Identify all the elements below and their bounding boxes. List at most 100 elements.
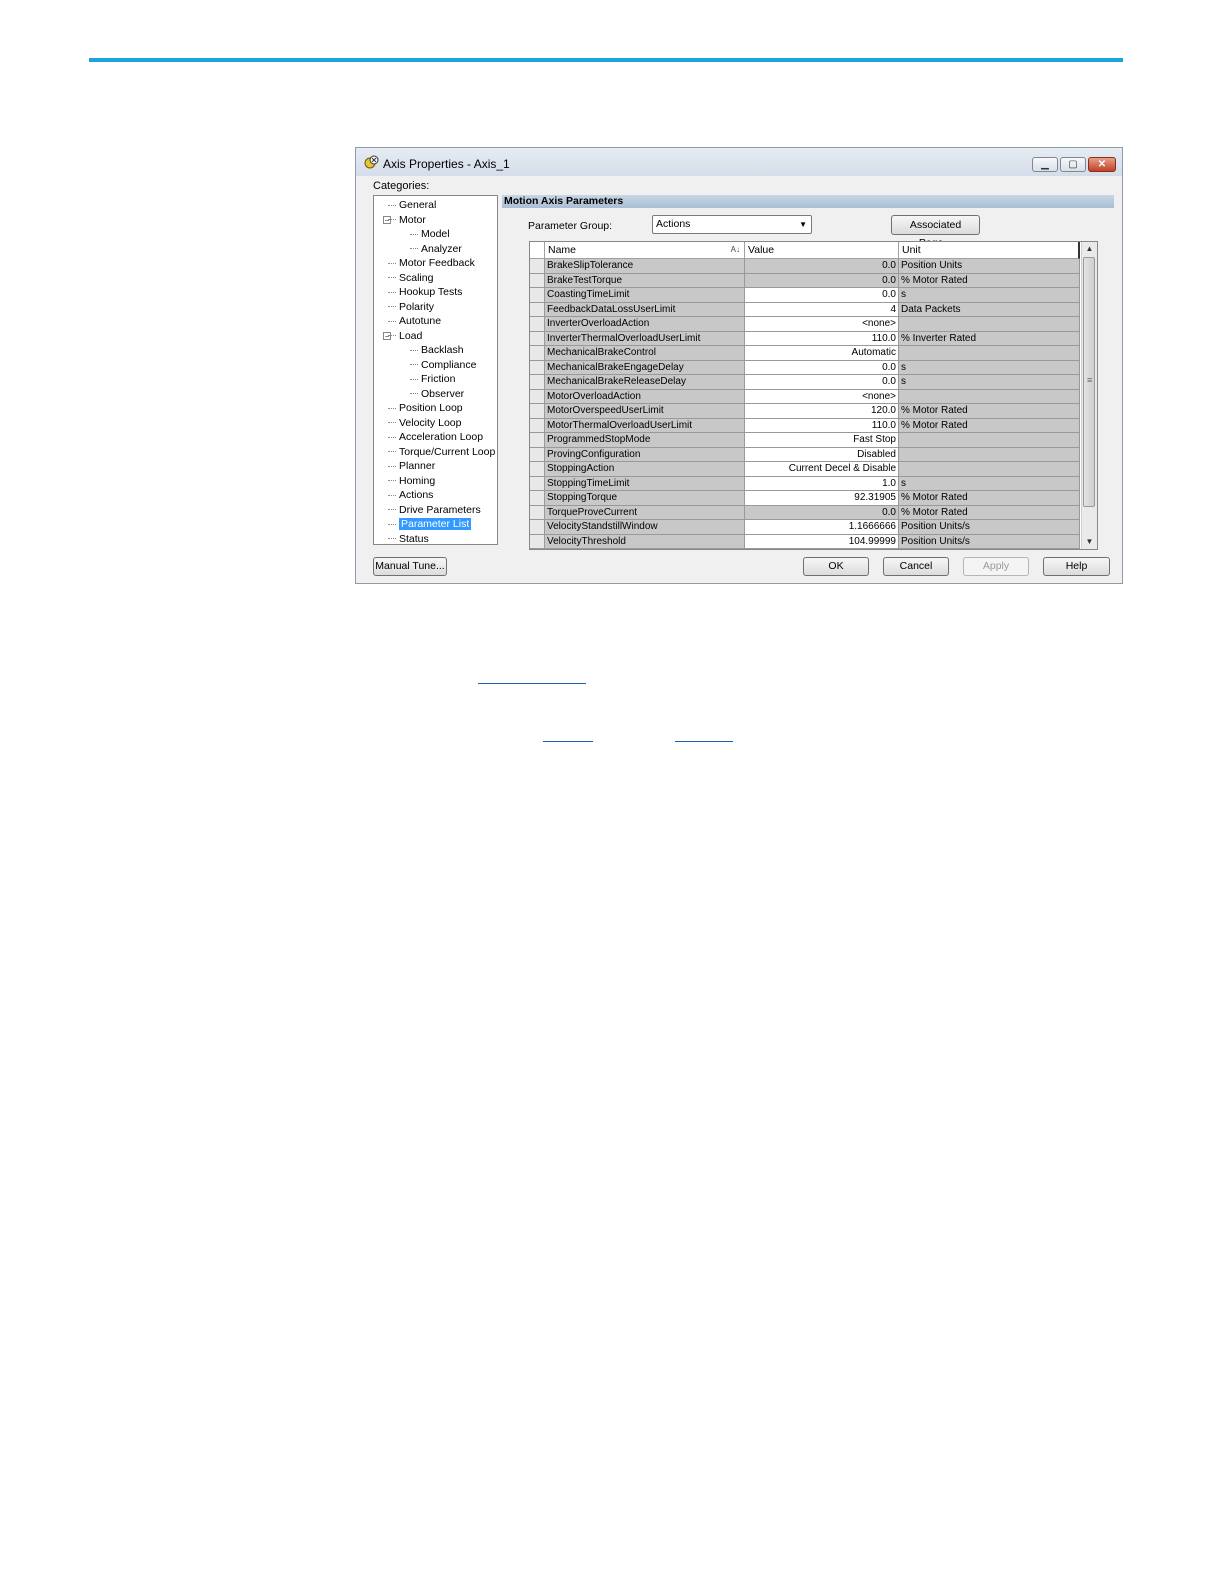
ok-button[interactable]: OK xyxy=(803,557,869,576)
row-selector[interactable] xyxy=(530,288,545,303)
tree-item[interactable]: Position Loop xyxy=(388,402,463,415)
parameter-value-cell[interactable]: Fast Stop xyxy=(745,433,899,448)
parameter-value-cell[interactable]: 4 xyxy=(745,302,899,317)
row-selector[interactable] xyxy=(530,418,545,433)
apply-button[interactable]: Apply xyxy=(963,557,1029,576)
unit-column-header[interactable]: Unit xyxy=(899,242,1080,259)
parameter-value-cell[interactable]: 110.0 xyxy=(745,418,899,433)
row-selector[interactable] xyxy=(530,404,545,419)
tree-item[interactable]: Drive Parameters xyxy=(388,504,481,517)
row-selector[interactable] xyxy=(530,389,545,404)
cross-reference-link-1[interactable] xyxy=(478,683,586,684)
parameter-value-cell[interactable]: 1.1666666 xyxy=(745,520,899,535)
parameter-value-cell[interactable]: Disabled xyxy=(745,447,899,462)
tree-item[interactable]: Actions xyxy=(388,489,433,502)
parameter-value-cell[interactable]: 104.99999 xyxy=(745,534,899,549)
tree-item[interactable]: Homing xyxy=(388,475,435,488)
cross-reference-link-3[interactable] xyxy=(675,741,733,742)
table-row[interactable]: VelocityThreshold 104.99999 Position Units… xyxy=(530,534,1080,549)
row-selector[interactable] xyxy=(530,462,545,477)
table-row[interactable]: BrakeSlipTolerance 0.0 Position Units xyxy=(530,259,1080,274)
tree-item[interactable]: Status xyxy=(388,533,429,546)
cancel-button[interactable]: Cancel xyxy=(883,557,949,576)
parameter-value-cell[interactable]: 110.0 xyxy=(745,331,899,346)
row-selector[interactable] xyxy=(530,375,545,390)
table-row[interactable]: MotorOverloadAction <none> xyxy=(530,389,1080,404)
tree-item[interactable]: Model xyxy=(410,228,450,241)
tree-item[interactable]: Observer xyxy=(410,388,464,401)
parameter-value-cell[interactable]: 120.0 xyxy=(745,404,899,419)
tree-item[interactable]: Scaling xyxy=(388,272,433,285)
value-column-header[interactable]: Value xyxy=(745,242,899,259)
row-selector[interactable] xyxy=(530,273,545,288)
tree-item[interactable]: Load xyxy=(388,330,422,343)
tree-item[interactable]: Planner xyxy=(388,460,435,473)
row-selector[interactable] xyxy=(530,346,545,361)
parameter-value-cell[interactable]: <none> xyxy=(745,389,899,404)
parameter-value-cell[interactable]: 1.0 xyxy=(745,476,899,491)
table-row[interactable]: InverterThermalOverloadUserLimit 110.0% I… xyxy=(530,331,1080,346)
scroll-up-icon[interactable]: ▲ xyxy=(1082,242,1097,256)
table-row[interactable]: StoppingTorque 92.31905% Motor Rated xyxy=(530,491,1080,506)
scroll-down-icon[interactable]: ▼ xyxy=(1082,535,1097,549)
maximize-button[interactable]: ▢ xyxy=(1060,157,1086,172)
row-selector[interactable] xyxy=(530,520,545,535)
row-selector[interactable] xyxy=(530,505,545,520)
table-row[interactable]: TorqueProveCurrent 0.0% Motor Rated xyxy=(530,505,1080,520)
table-row[interactable]: ProvingConfiguration Disabled xyxy=(530,447,1080,462)
tree-item[interactable]: Motor Feedback xyxy=(388,257,475,270)
parameter-value-cell[interactable]: 0.0 xyxy=(745,360,899,375)
table-row[interactable]: ProgrammedStopMode Fast Stop xyxy=(530,433,1080,448)
table-row[interactable]: MechanicalBrakeReleaseDelay 0.0 s xyxy=(530,375,1080,390)
cross-reference-link-2[interactable] xyxy=(543,741,593,742)
parameter-value-cell[interactable]: 0.0 xyxy=(745,288,899,303)
grid-vertical-scrollbar[interactable]: ▲ ≡ ▼ xyxy=(1081,242,1097,549)
table-row[interactable]: MotorThermalOverloadUserLimit 110.0% Moto… xyxy=(530,418,1080,433)
table-row[interactable]: MechanicalBrakeControl Automatic xyxy=(530,346,1080,361)
tree-item[interactable]: Autotune xyxy=(388,315,441,328)
table-row[interactable]: MechanicalBrakeEngageDelay 0.0 s xyxy=(530,360,1080,375)
parameter-value-cell[interactable]: 0.0 xyxy=(745,375,899,390)
tree-item[interactable]: Motor xyxy=(388,214,426,227)
parameter-group-select[interactable]: Actions ▼ xyxy=(652,215,812,234)
row-selector[interactable] xyxy=(530,259,545,274)
row-selector[interactable] xyxy=(530,534,545,549)
tree-item[interactable]: Backlash xyxy=(410,344,464,357)
manual-tune-button[interactable]: Manual Tune... xyxy=(373,557,447,576)
table-row[interactable]: FeedbackDataLossUserLimit 4 Data Packets xyxy=(530,302,1080,317)
row-selector[interactable] xyxy=(530,476,545,491)
tree-item[interactable]: Friction xyxy=(410,373,455,386)
tree-item[interactable]: Torque/Current Loop xyxy=(388,446,495,459)
table-row[interactable]: CoastingTimeLimit 0.0 s xyxy=(530,288,1080,303)
categories-tree[interactable]: General − Motor Model Analyzer Motor Feedback… xyxy=(373,195,498,545)
row-selector[interactable] xyxy=(530,491,545,506)
table-row[interactable]: VelocityStandstillWindow 1.1666666 Positio… xyxy=(530,520,1080,535)
row-selector[interactable] xyxy=(530,433,545,448)
tree-item[interactable]: General xyxy=(388,199,436,212)
row-selector[interactable] xyxy=(530,360,545,375)
minimize-button[interactable]: ▁ xyxy=(1032,157,1058,172)
row-selector[interactable] xyxy=(530,447,545,462)
parameter-value-cell[interactable]: 92.31905 xyxy=(745,491,899,506)
row-selector[interactable] xyxy=(530,331,545,346)
close-button[interactable]: ✕ xyxy=(1088,157,1116,172)
table-row[interactable]: BrakeTestTorque 0.0% Motor Rated xyxy=(530,273,1080,288)
table-row[interactable]: InverterOverloadAction <none> xyxy=(530,317,1080,332)
tree-item[interactable]: Polarity xyxy=(388,301,434,314)
parameter-value-cell[interactable]: Automatic xyxy=(745,346,899,361)
table-row[interactable]: StoppingAction Current Decel & Disable xyxy=(530,462,1080,477)
tree-item[interactable]: Compliance xyxy=(410,359,476,372)
title-bar[interactable]: Axis Properties - Axis_1 ▁ ▢ ✕ xyxy=(356,148,1122,176)
name-column-header[interactable]: Name A↓ xyxy=(545,242,745,259)
tree-item[interactable]: Hookup Tests xyxy=(388,286,462,299)
parameter-value-cell[interactable]: Current Decel & Disable xyxy=(745,462,899,477)
tree-item[interactable]: Acceleration Loop xyxy=(388,431,483,444)
parameter-value-cell[interactable]: <none> xyxy=(745,317,899,332)
row-selector[interactable] xyxy=(530,302,545,317)
table-row[interactable]: MotorOverspeedUserLimit 120.0% Motor Rate… xyxy=(530,404,1080,419)
tree-item[interactable]: Velocity Loop xyxy=(388,417,461,430)
table-row[interactable]: StoppingTimeLimit 1.0 s xyxy=(530,476,1080,491)
associated-page-button[interactable]: Associated Page... xyxy=(891,215,980,249)
scroll-thumb[interactable]: ≡ xyxy=(1083,257,1095,507)
tree-item[interactable]: Parameter List xyxy=(388,518,472,531)
